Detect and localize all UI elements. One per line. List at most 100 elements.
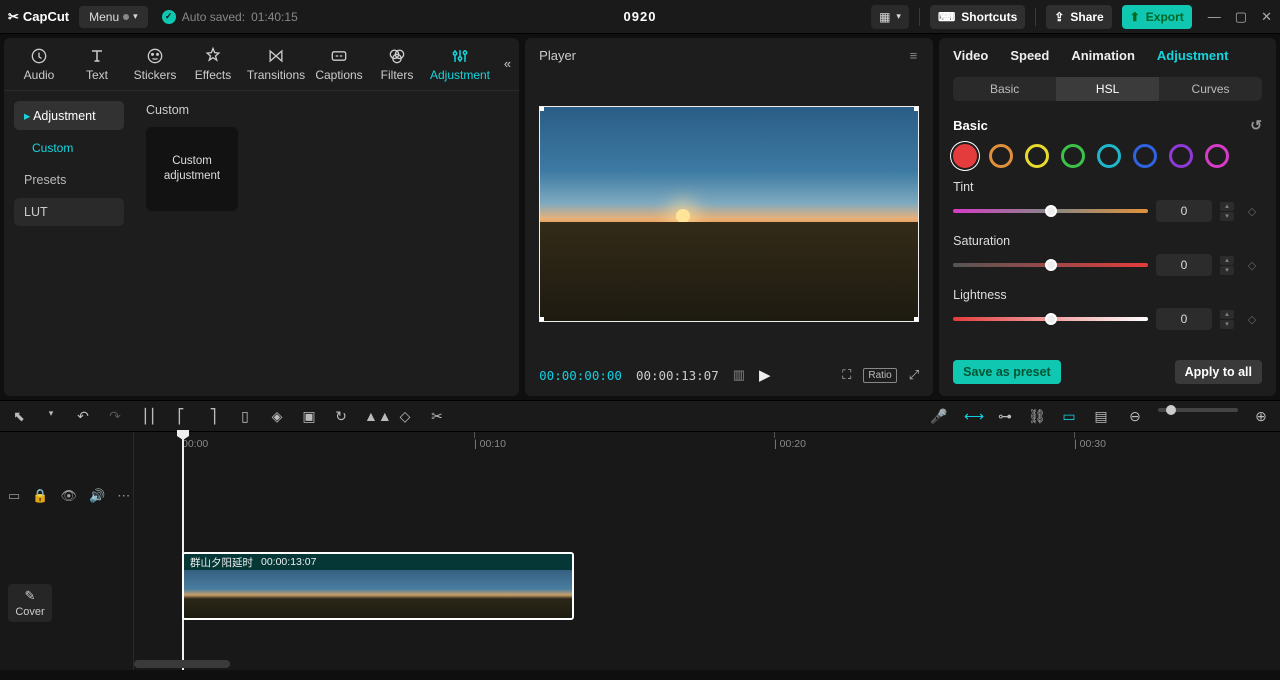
resize-handle-bl[interactable] (539, 317, 544, 322)
swatch-blue[interactable] (1133, 144, 1157, 168)
player-menu-button[interactable]: ≡ (910, 48, 920, 63)
track-lock-icon[interactable]: 🔒 (32, 488, 48, 504)
share-button[interactable]: ⇪Share (1046, 5, 1111, 29)
light-keyframe[interactable]: ◇ (1242, 313, 1262, 326)
subtab-curves[interactable]: Curves (1159, 77, 1262, 101)
collapse-panel-button[interactable]: « (504, 56, 511, 71)
swatch-red[interactable] (953, 144, 977, 168)
selection-tool[interactable]: ⬉ (10, 408, 28, 425)
record-audio-button[interactable]: 🎤 (930, 408, 948, 425)
timeline-scrollbar[interactable] (134, 660, 1280, 668)
save-preset-button[interactable]: Save as preset (953, 360, 1061, 384)
delete-tool[interactable]: ▯ (236, 408, 254, 425)
custom-adjustment-card[interactable]: Custom adjustment (146, 127, 238, 211)
tab-adjustment[interactable]: Adjustment (426, 44, 494, 90)
swatch-purple[interactable] (1169, 144, 1193, 168)
insp-tab-video[interactable]: Video (953, 48, 988, 63)
tab-audio[interactable]: Audio (10, 44, 68, 90)
maximize-button[interactable]: ▢ (1235, 9, 1247, 25)
minimize-button[interactable]: — (1208, 9, 1221, 25)
track-more-icon[interactable]: ⋯ (117, 488, 130, 504)
close-button[interactable]: ✕ (1261, 9, 1272, 25)
resize-handle-br[interactable] (914, 317, 919, 322)
split-tool[interactable]: ⎮⎮ (140, 408, 158, 425)
insp-tab-speed[interactable]: Speed (1010, 48, 1049, 63)
resize-handle-tr[interactable] (914, 106, 919, 111)
sat-keyframe[interactable]: ◇ (1242, 259, 1262, 272)
shortcuts-button[interactable]: ⌨Shortcuts (930, 5, 1025, 29)
marker-tool[interactable]: ◈ (268, 408, 286, 425)
tab-captions[interactable]: Captions (310, 44, 368, 90)
video-clip[interactable]: 群山夕阳延时 00:00:13:07 (182, 552, 574, 620)
subnav-lut[interactable]: LUT (14, 198, 124, 226)
tint-step-down[interactable]: ▾ (1220, 212, 1234, 221)
link-toggle[interactable]: ⊶ (996, 408, 1014, 425)
tint-keyframe[interactable]: ◇ (1242, 205, 1262, 218)
subnav-adjustment[interactable]: ▸ Adjustment (14, 101, 124, 130)
tab-transitions[interactable]: Transitions (242, 44, 310, 90)
crop-tool[interactable]: ✂ (428, 408, 446, 425)
zoom-out-button[interactable]: ⊖ (1126, 408, 1144, 425)
timeline-tracks-area[interactable]: 00:00 | 00:10 | 00:20 | 00:30 群山夕阳延时 00:… (134, 432, 1280, 670)
light-step-down[interactable]: ▾ (1220, 320, 1234, 329)
tab-text[interactable]: Text (68, 44, 126, 90)
swatch-cyan[interactable] (1097, 144, 1121, 168)
menu-button[interactable]: Menu▾ (79, 6, 148, 28)
fullscreen-icon[interactable]: ⤢ (909, 367, 919, 383)
tab-effects[interactable]: Effects (184, 44, 242, 90)
track-settings[interactable]: ▤ (1092, 408, 1110, 425)
trim-left-tool[interactable]: ⎡ (172, 408, 190, 425)
trim-right-tool[interactable]: ⎤ (204, 408, 222, 425)
slider-thumb[interactable] (1045, 259, 1057, 271)
scale-icon[interactable]: ⛶ (842, 367, 851, 383)
lightness-slider[interactable] (953, 317, 1148, 321)
export-button[interactable]: ⬆Export (1122, 5, 1192, 29)
preview-toggle[interactable]: ▭ (1060, 408, 1078, 425)
project-title[interactable]: 0920 (624, 9, 657, 24)
insp-tab-animation[interactable]: Animation (1071, 48, 1135, 63)
subtab-basic[interactable]: Basic (953, 77, 1056, 101)
slider-thumb[interactable] (1045, 313, 1057, 325)
saturation-slider[interactable] (953, 263, 1148, 267)
track-collapse-icon[interactable]: ▭ (8, 488, 20, 504)
undo-button[interactable]: ↶ (74, 408, 92, 425)
duplicate-tool[interactable]: ▣ (300, 408, 318, 425)
lightness-value[interactable]: 0 (1156, 308, 1212, 330)
tint-slider[interactable] (953, 209, 1148, 213)
swatch-magenta[interactable] (1205, 144, 1229, 168)
redo-button[interactable]: ↷ (106, 408, 124, 425)
preview-frame[interactable] (539, 106, 919, 322)
layout-button[interactable]: ▦▾ (871, 5, 909, 29)
resize-handle-tl[interactable] (539, 106, 544, 111)
apply-all-button[interactable]: Apply to all (1175, 360, 1262, 384)
timeline-ruler[interactable]: 00:00 | 00:10 | 00:20 | 00:30 (134, 432, 1280, 458)
mirror-tool[interactable]: ▲▲ (364, 408, 382, 425)
ratio-button[interactable]: Ratio (863, 368, 896, 383)
play-button[interactable]: ▶ (759, 366, 771, 384)
cover-button[interactable]: ✎ Cover (8, 584, 52, 622)
zoom-in-button[interactable]: ⊕ (1252, 408, 1270, 425)
zoom-slider[interactable] (1158, 408, 1238, 412)
tint-value[interactable]: 0 (1156, 200, 1212, 222)
slider-thumb[interactable] (1045, 205, 1057, 217)
insp-tab-adjustment[interactable]: Adjustment (1157, 48, 1229, 63)
player-viewport[interactable] (539, 71, 919, 356)
tab-stickers[interactable]: Stickers (126, 44, 184, 90)
compare-icon[interactable]: ▥ (733, 367, 745, 383)
swatch-orange[interactable] (989, 144, 1013, 168)
sat-step-down[interactable]: ▾ (1220, 266, 1234, 275)
subnav-presets[interactable]: Presets (14, 166, 124, 194)
sat-step-up[interactable]: ▴ (1220, 256, 1234, 265)
tint-step-up[interactable]: ▴ (1220, 202, 1234, 211)
swatch-yellow[interactable] (1025, 144, 1049, 168)
snap-toggle[interactable]: ⟷ (964, 408, 982, 425)
subnav-custom[interactable]: Custom (14, 134, 124, 162)
light-step-up[interactable]: ▴ (1220, 310, 1234, 319)
track-mute-icon[interactable]: 🔊 (89, 488, 105, 504)
swatch-green[interactable] (1061, 144, 1085, 168)
chain-toggle[interactable]: ⛓ (1028, 408, 1046, 425)
subtab-hsl[interactable]: HSL (1056, 77, 1159, 101)
track-visibility-icon[interactable]: 👁 (60, 488, 77, 504)
saturation-value[interactable]: 0 (1156, 254, 1212, 276)
reverse-tool[interactable]: ↻ (332, 408, 350, 425)
